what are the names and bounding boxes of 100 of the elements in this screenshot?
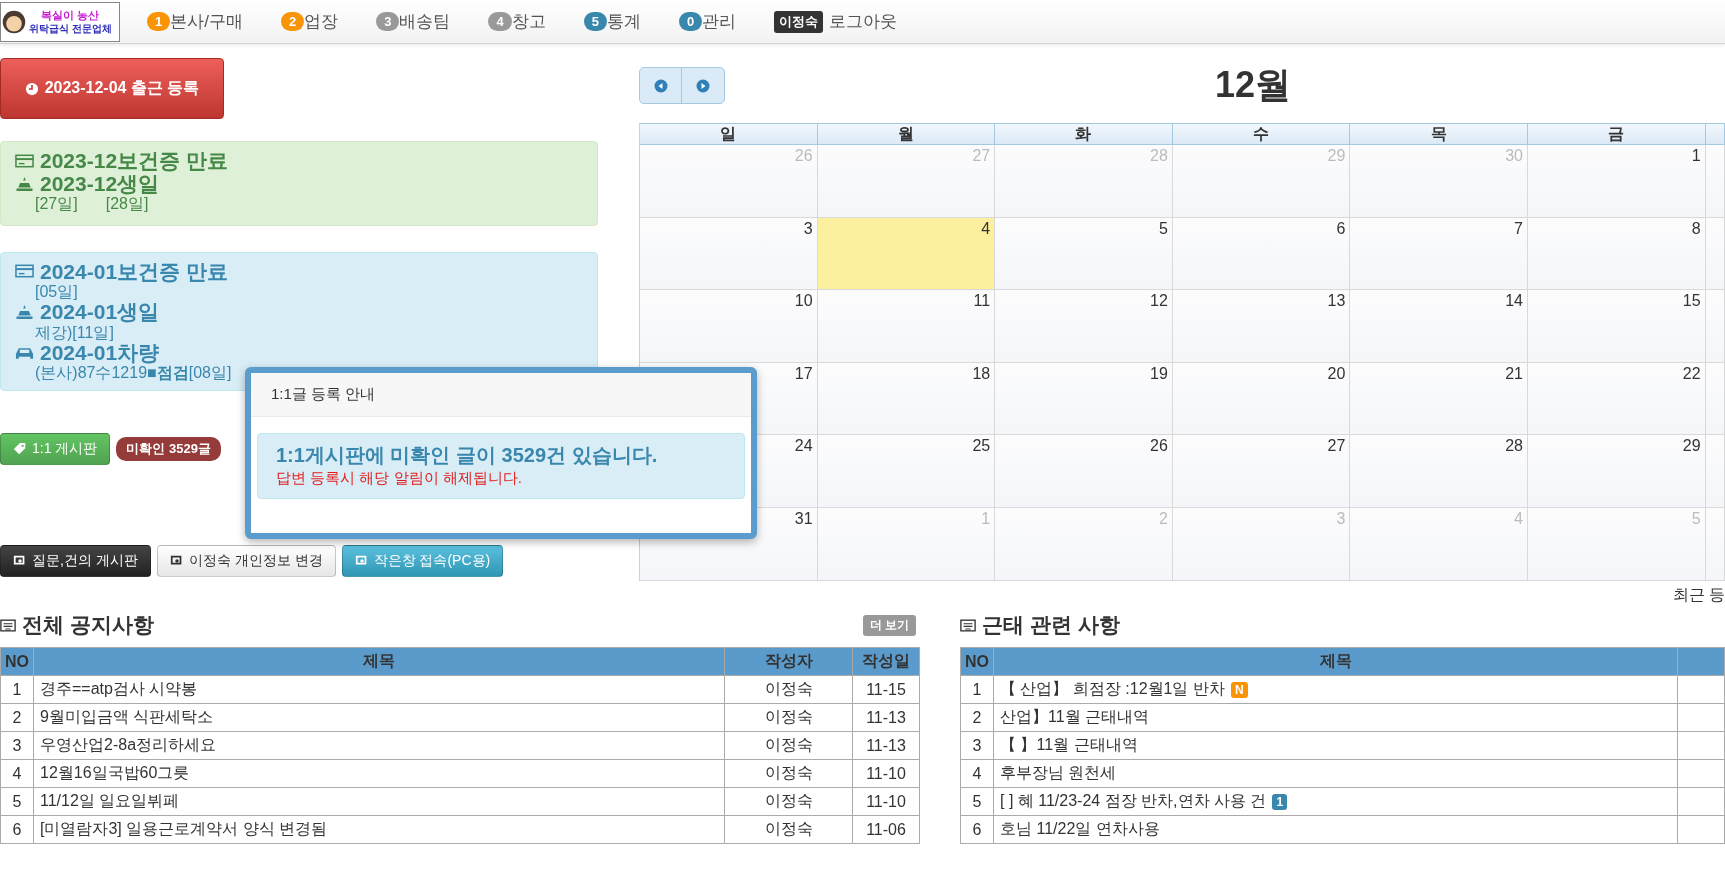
column-header: 제목 <box>33 647 725 676</box>
day-cell[interactable] <box>1705 290 1725 363</box>
table-cell[interactable]: 호님 11/22일 연차사용 <box>1000 820 1160 837</box>
logo-title: 복실이 농산 <box>41 7 100 23</box>
month-title: 12월 <box>1215 63 1292 107</box>
day-cell[interactable]: 10 <box>640 290 818 363</box>
card-icon <box>15 152 34 169</box>
alert-detail: (본사)87수1219■점검[08일] <box>35 364 232 382</box>
alert-detail: [28일] <box>105 195 149 213</box>
action-button[interactable]: 질문,건의 게시판 <box>0 544 151 577</box>
logo[interactable]: 복실이 농산 위탁급식 전문업체 <box>0 1 120 42</box>
section-title: 근태 관련 사항 <box>982 612 1120 638</box>
day-cell[interactable]: 3 <box>640 217 818 291</box>
alert-detail: 제강)[11일] <box>35 323 114 342</box>
table-cell: 11-10 <box>852 787 920 816</box>
day-cell[interactable]: 20 <box>1172 362 1351 436</box>
clock-icon <box>24 81 39 96</box>
day-cell[interactable]: 12 <box>995 290 1173 363</box>
column-header: 제목 <box>993 647 1678 676</box>
day-cell[interactable]: 19 <box>995 362 1173 436</box>
day-cell[interactable]: 5 <box>995 217 1173 291</box>
recent-label: 최근 등 <box>1672 585 1725 603</box>
table-cell[interactable]: 【 산업】 희점장 :12월1일 반차 <box>1000 680 1225 697</box>
nav-link[interactable]: 창고 <box>511 10 546 33</box>
day-cell[interactable]: 6 <box>1172 217 1351 291</box>
table-cell: 이정숙 <box>724 675 853 704</box>
keyboard-icon <box>960 618 976 632</box>
day-cell[interactable]: 25 <box>817 435 996 508</box>
day-cell[interactable]: 22 <box>1527 362 1706 436</box>
day-cell[interactable]: 8 <box>1527 217 1706 291</box>
table-cell[interactable]: 9월미입금액 식판세탁소 <box>33 703 725 732</box>
day-cell[interactable]: 21 <box>1350 362 1528 436</box>
nav-badge: 0 <box>678 12 703 31</box>
table-cell: 2 <box>0 703 34 732</box>
weekday-header: 금 <box>1527 123 1706 145</box>
weekday-header: 수 <box>1172 123 1351 145</box>
nav-link[interactable]: 본사/구매 <box>170 10 243 33</box>
day-cell[interactable] <box>1705 145 1725 218</box>
action-button[interactable]: 이정숙 개인정보 변경 <box>156 544 336 577</box>
message-note: 답변 등록시 해당 알림이 해제됩니다. <box>276 469 523 488</box>
table-cell[interactable]: [미열람자3] 일용근로계약서 양식 변경됨 <box>33 815 725 844</box>
day-cell[interactable]: 27 <box>1172 435 1351 508</box>
day-cell[interactable]: 18 <box>817 362 996 436</box>
nav-link[interactable]: 배송팀 <box>399 10 451 33</box>
day-cell[interactable]: 11 <box>817 290 996 363</box>
table-cell[interactable]: 12월16일국밥60그릇 <box>33 759 725 788</box>
table-cell: 11-13 <box>852 703 920 732</box>
day-cell[interactable]: 7 <box>1350 217 1528 291</box>
row-badge: 1 <box>1272 794 1288 810</box>
table-cell[interactable]: 후부장님 원천세 <box>1000 764 1117 781</box>
nav-link[interactable]: 관리 <box>702 10 737 33</box>
table-cell: 이정숙 <box>724 759 853 788</box>
nav-link[interactable]: 로그아웃 <box>829 10 898 33</box>
table-cell: 이정숙 <box>724 703 853 732</box>
alert-heading: 2024-01생일 <box>40 300 160 324</box>
card-icon <box>15 263 34 280</box>
message-text: 1:1게시판에 미확인 글이 3529건 있습니다. <box>276 443 659 468</box>
table-cell: 11-13 <box>852 731 920 760</box>
unread-badge: 미확인 3529글 <box>116 436 221 461</box>
day-cell[interactable]: 4 <box>817 217 996 291</box>
table-cell[interactable]: 【 】11월 근태내역 <box>1000 736 1138 753</box>
day-cell[interactable]: 29 <box>1527 435 1706 508</box>
table-cell[interactable]: 11/12일 일요일뷔페 <box>33 787 725 816</box>
alert-heading: 2024-01차량 <box>40 341 160 365</box>
table-cell: 4 <box>0 759 34 788</box>
day-cell[interactable]: 1 <box>1527 145 1706 218</box>
day-cell[interactable]: 26 <box>995 435 1173 508</box>
table-cell: 이정숙 <box>724 815 853 844</box>
weekday-header: 일 <box>640 123 818 145</box>
day-cell[interactable]: 28 <box>1350 435 1528 508</box>
table-cell: 11-15 <box>852 675 920 704</box>
table-cell: 이정숙 <box>724 787 853 816</box>
table-cell[interactable]: [ ] 혜 11/23-24 점장 반차,연차 사용 건 <box>1000 792 1267 809</box>
column-header: 작성자 <box>724 647 853 676</box>
nav-badge: 1 <box>147 12 171 31</box>
table-cell: 6 <box>960 815 994 844</box>
checkin-button[interactable]: 2023-12-04 출근 등록 <box>0 58 224 119</box>
table-cell[interactable]: 산업】11월 근태내역 <box>1000 708 1150 725</box>
table-cell: 11-06 <box>852 815 920 844</box>
weekday-header <box>1705 123 1725 145</box>
nav-link[interactable]: 통계 <box>606 10 641 33</box>
table-cell: 11-10 <box>852 759 920 788</box>
day-cell[interactable]: 15 <box>1527 290 1706 363</box>
weekday-header: 월 <box>817 123 996 145</box>
table-cell[interactable]: 우영산업2-8a정리하세요 <box>33 731 725 760</box>
day-cell[interactable] <box>1705 435 1725 508</box>
alert-heading: 2024-01보건증 만료 <box>40 259 228 283</box>
day-cell[interactable]: 14 <box>1350 290 1528 363</box>
alert-detail: [05일] <box>35 282 78 301</box>
row-badge: N <box>1230 682 1248 698</box>
table-cell[interactable]: 경주==atp검사 시약봉 <box>33 675 725 704</box>
button-icon <box>354 553 369 568</box>
button-icon <box>13 553 27 568</box>
cake-icon <box>15 304 34 320</box>
button-icon <box>169 553 184 568</box>
avatar-icon <box>1 8 27 35</box>
table-cell: 이정숙 <box>724 731 853 760</box>
column-header: NO <box>0 647 34 676</box>
day-cell[interactable]: 13 <box>1172 290 1351 363</box>
nav-link[interactable]: 업장 <box>304 10 339 33</box>
